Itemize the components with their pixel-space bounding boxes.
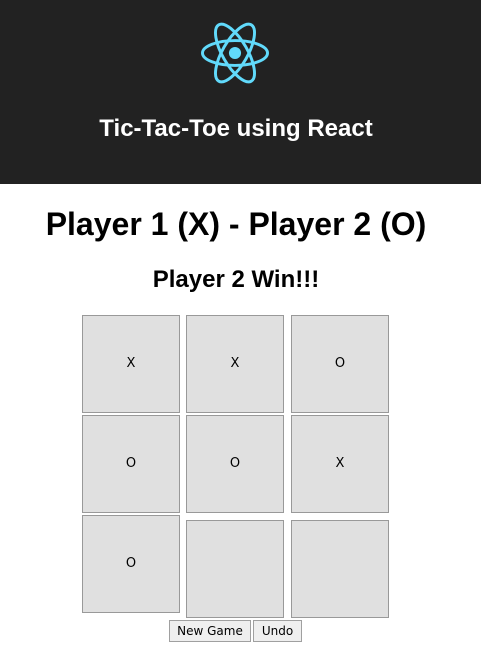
- board-square-1[interactable]: X: [82, 315, 180, 413]
- board-square-5[interactable]: O: [186, 415, 284, 513]
- board-square-9[interactable]: [291, 520, 389, 618]
- undo-button[interactable]: Undo: [253, 620, 302, 642]
- board-square-4[interactable]: O: [82, 415, 180, 513]
- game-status: Player 2 Win!!!: [152, 266, 320, 293]
- players-heading: Player 1 (X) - Player 2 (O): [45, 206, 427, 242]
- react-logo-icon: [201, 22, 269, 84]
- board-square-8[interactable]: [186, 520, 284, 618]
- board-square-6[interactable]: X: [291, 415, 389, 513]
- board-square-2[interactable]: X: [186, 315, 284, 413]
- app-title: Tic-Tac-Toe using React: [99, 115, 373, 142]
- board-square-7[interactable]: O: [82, 515, 180, 613]
- board-square-3[interactable]: O: [291, 315, 389, 413]
- new-game-button[interactable]: New Game: [169, 620, 251, 642]
- app-header: Tic-Tac-Toe using React: [0, 0, 481, 184]
